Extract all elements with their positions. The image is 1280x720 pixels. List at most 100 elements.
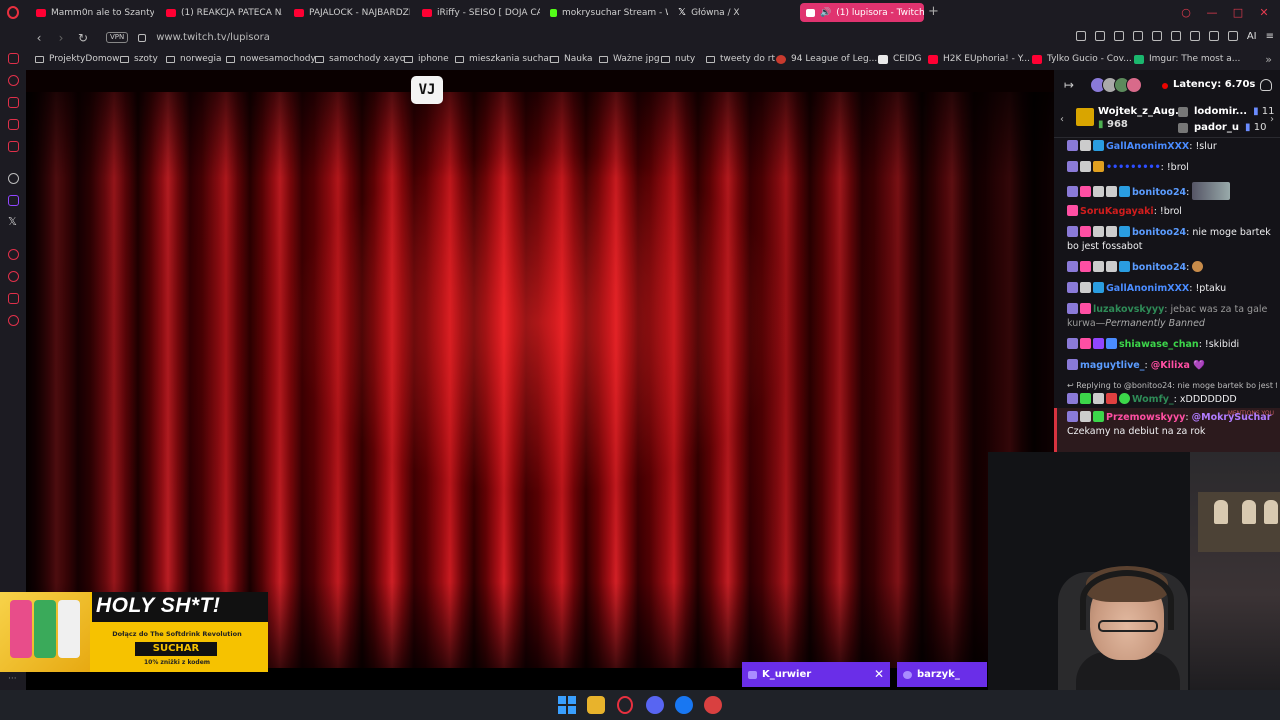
bookmark-site[interactable]: 94 League of Leg... <box>776 54 877 64</box>
chat-username[interactable]: maguytlive_ <box>1080 360 1145 371</box>
tab-5[interactable]: mokrysuchar Stream - Wa <box>544 3 668 22</box>
tab-2[interactable]: (1) REAKCJA PATECA NA <box>160 3 282 22</box>
app-icon[interactable] <box>704 696 722 714</box>
chat-user-card[interactable]: barzyk_ <box>897 662 987 687</box>
back-button[interactable]: ‹ <box>30 31 48 45</box>
chat-username[interactable]: Przemowskyyy <box>1106 412 1185 423</box>
chatgpt-icon[interactable] <box>8 173 19 184</box>
bookmarks-more-icon[interactable]: » <box>1265 53 1272 66</box>
pin-icon[interactable] <box>1075 31 1086 41</box>
badge-icon <box>1106 338 1117 349</box>
bookmark-folder[interactable]: szoty <box>120 54 158 64</box>
bookmark-site[interactable]: CEIDG <box>878 54 922 64</box>
home-icon[interactable] <box>8 53 19 64</box>
close-icon[interactable]: ✕ <box>874 667 884 681</box>
bookmark-folder[interactable]: norwegia <box>166 54 222 64</box>
bookmark-site[interactable]: Imgur: The most a... <box>1134 54 1240 64</box>
bag-icon[interactable] <box>8 97 19 108</box>
minimize-button[interactable]: — <box>1206 6 1218 19</box>
vpn-badge[interactable]: VPN <box>106 32 129 43</box>
video-player[interactable]: VJ <box>26 70 1054 668</box>
reply-context[interactable]: ↩ Replying to @bonitoo24: nie moge barte… <box>1067 381 1277 390</box>
clock-icon[interactable] <box>8 249 19 260</box>
lock-icon[interactable] <box>138 33 147 42</box>
opera-taskbar-icon[interactable] <box>617 696 633 714</box>
leaderboard-entry[interactable]: pador_u ▮ 10 <box>1178 122 1266 133</box>
discord-icon[interactable] <box>646 696 664 714</box>
tab-4[interactable]: iRiffy - SEISO [ DOJA CAT <box>416 3 540 22</box>
speaker-icon[interactable]: 🔊 <box>820 8 831 18</box>
new-tab-button[interactable]: + <box>928 4 939 19</box>
messenger-icon[interactable] <box>8 119 19 130</box>
chat-username[interactable]: bonitoo24 <box>1132 187 1186 198</box>
bookmark-folder[interactable]: tweety do rt <box>706 54 775 64</box>
x-sidebar-icon[interactable]: 𝕏 <box>8 215 17 228</box>
bookmark-folder[interactable]: mieszkania suchar <box>455 54 553 64</box>
tab-6[interactable]: 𝕏 Główna / X <box>672 3 796 22</box>
tab-1[interactable]: Mamm0n ale to Szanty - Y <box>30 3 154 22</box>
prev-arrow-icon[interactable]: ‹ <box>1060 114 1064 125</box>
download-icon[interactable] <box>1227 31 1238 41</box>
chat-username[interactable]: SoruKagayaki <box>1080 206 1154 217</box>
url-field[interactable]: www.twitch.tv/lupisora <box>156 32 270 43</box>
bookmark-folder[interactable]: samochody xayo <box>315 54 405 64</box>
menu-icon[interactable]: ≡ <box>1266 31 1274 42</box>
forward-button[interactable]: › <box>52 31 70 45</box>
leaderboard-entry[interactable]: lodomir... ▮ 11 <box>1178 106 1275 117</box>
file-explorer-icon[interactable] <box>587 696 605 714</box>
chat-username[interactable]: GallAnonimXXX <box>1106 141 1189 152</box>
bookmark-folder[interactable]: Nauka <box>550 54 593 64</box>
bookmark-folder[interactable]: nuty <box>661 54 695 64</box>
badge-icon <box>1067 205 1078 216</box>
chat-username-hidden[interactable]: ••••••••• <box>1106 162 1161 173</box>
chat-username[interactable]: shiawase_chan <box>1119 339 1199 350</box>
search-icon[interactable]: ○ <box>1180 6 1192 19</box>
history-icon[interactable] <box>8 75 19 86</box>
users-icon[interactable] <box>1260 79 1272 91</box>
settings-gear-icon[interactable] <box>8 315 19 326</box>
chat-username[interactable]: luzakovskyyy <box>1093 304 1164 315</box>
tab-3[interactable]: PAJALOCK - NAJBARDZI <box>288 3 410 22</box>
bookmark-folder[interactable]: iphone <box>404 54 449 64</box>
chat-mention[interactable]: @MokrySuchar <box>1192 412 1272 423</box>
heart-icon[interactable] <box>1170 31 1181 41</box>
windows-start-icon[interactable] <box>558 696 576 714</box>
imgur-icon <box>1134 54 1144 64</box>
maximize-button[interactable]: □ <box>1232 6 1244 19</box>
chat-mention[interactable]: @Kilixa <box>1151 360 1190 371</box>
download-sidebar-icon[interactable] <box>8 271 19 282</box>
shield-icon[interactable] <box>1113 31 1124 41</box>
collapse-chat-icon[interactable]: ↦ <box>1064 78 1074 92</box>
top-gifter-name[interactable]: Wojtek_z_Aug... <box>1098 106 1186 117</box>
bookmark-site[interactable]: Tylko Gucio - Cov... <box>1032 54 1132 64</box>
ai-button[interactable]: AI <box>1247 31 1257 42</box>
chat-username[interactable]: GallAnonimXXX <box>1106 283 1189 294</box>
extensions-icon[interactable] <box>1189 31 1200 41</box>
extensions-sidebar-icon[interactable] <box>8 293 19 304</box>
chat-username[interactable]: Womfy_ <box>1132 394 1174 405</box>
ellipsis-icon[interactable]: ··· <box>8 674 17 684</box>
viewer-avatars[interactable] <box>1090 77 1142 93</box>
sponsor-ad-banner[interactable]: HOLY SH*T! Dołącz do The Softdrink Revol… <box>0 592 268 672</box>
bookmark-folder[interactable]: Ważne jpg <box>599 54 660 64</box>
bookmark-site[interactable]: H2K EUphoria! - Y... <box>928 54 1030 64</box>
profile-icon[interactable] <box>1208 31 1219 41</box>
badge-icon <box>1093 161 1104 172</box>
next-arrow-icon[interactable]: › <box>1270 114 1274 125</box>
video-popout-icon[interactable] <box>1132 31 1143 41</box>
snapshot-icon[interactable] <box>1094 31 1105 41</box>
chat-username[interactable]: bonitoo24 <box>1132 227 1186 238</box>
bookmark-folder[interactable]: nowesamochody <box>226 54 316 64</box>
tab-active-twitch[interactable]: 🔊 (1) lupisora - Twitch <box>800 3 924 22</box>
play-icon[interactable] <box>1151 31 1162 41</box>
chat-user-card[interactable]: K_urwier ✕ <box>742 662 890 687</box>
reload-button[interactable]: ↻ <box>74 31 92 45</box>
chat-username[interactable]: bonitoo24 <box>1132 262 1186 273</box>
chat-text: : !skibidi <box>1198 339 1240 350</box>
bookmark-folder[interactable]: ProjektyDomow <box>35 54 119 64</box>
twitch-sidebar-icon[interactable] <box>8 195 19 206</box>
close-button[interactable]: ✕ <box>1258 6 1270 19</box>
news-icon[interactable] <box>8 141 19 152</box>
opera-logo-icon[interactable] <box>0 0 26 25</box>
facebook-icon[interactable] <box>675 696 693 714</box>
